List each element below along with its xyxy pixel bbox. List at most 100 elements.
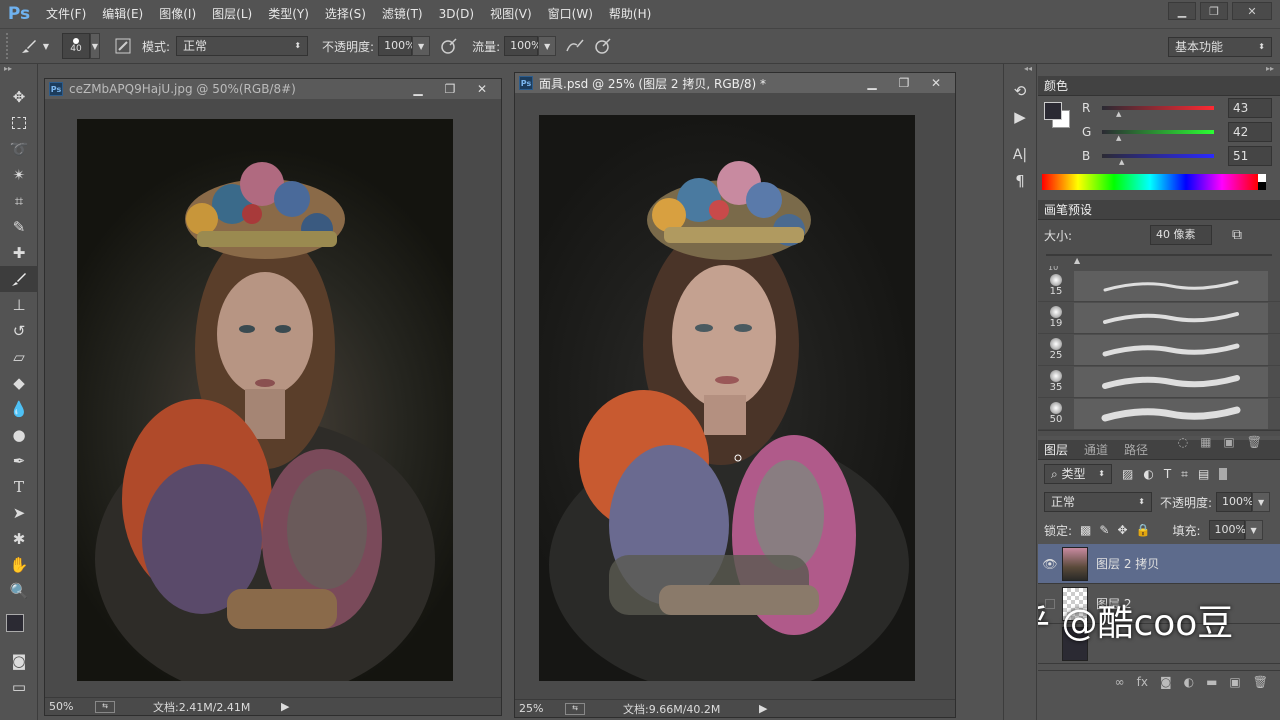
quick-mask-icon[interactable]: ◙: [0, 648, 38, 674]
layer-filter-select[interactable]: ⌕ 类型 ⬍: [1044, 464, 1112, 484]
mask-icon[interactable]: ◙: [1160, 675, 1172, 689]
layer-row-1[interactable]: 👁 图层 2 拷贝: [1038, 544, 1280, 584]
crop-tool-icon[interactable]: ⌗: [0, 188, 38, 214]
blue-slider[interactable]: ▲: [1102, 154, 1214, 166]
shape-tool-icon[interactable]: ✱: [0, 526, 38, 552]
brush-presets-tab[interactable]: 画笔预设: [1038, 200, 1280, 220]
eraser-icon[interactable]: ▱: [0, 344, 38, 370]
trash-icon[interactable]: 🗑: [1247, 435, 1262, 449]
share-icon[interactable]: ⇆: [565, 702, 585, 715]
adjustment-icon[interactable]: ◐: [1184, 675, 1194, 689]
document-window-1[interactable]: Ps ceZMbAPQ9HajU.jpg @ 50%(RGB/8#) ▁ ❐ ✕: [44, 78, 502, 716]
folder-icon[interactable]: ▬: [1206, 675, 1217, 689]
menu-3d[interactable]: 3D(D): [431, 0, 482, 28]
red-slider[interactable]: ▲: [1102, 106, 1214, 118]
history-panel-icon[interactable]: ⟲: [1004, 78, 1036, 104]
fill-field[interactable]: 100%: [1208, 520, 1246, 540]
pressure-opacity-icon[interactable]: [438, 35, 460, 57]
doc2-minimize-button[interactable]: ▁: [857, 74, 887, 92]
brush-size-picker[interactable]: 40: [62, 33, 90, 59]
status-arrow-icon[interactable]: ▶: [759, 702, 767, 715]
paragraph-panel-icon[interactable]: ¶: [1004, 168, 1036, 194]
flow-field[interactable]: 100%: [504, 36, 542, 56]
dodge-tool-icon[interactable]: ●: [0, 422, 38, 448]
foreground-color-swatch[interactable]: [1044, 102, 1062, 120]
hand-tool-icon[interactable]: ✋: [0, 552, 38, 578]
new-preset-icon[interactable]: ⧉: [1226, 224, 1248, 246]
screen-mode-icon[interactable]: ▭: [0, 674, 38, 700]
doc1-canvas-area[interactable]: [45, 99, 501, 697]
doc2-titlebar[interactable]: Ps 面具.psd @ 25% (图层 2 拷贝, RGB/8) * ▁ ❐ ✕: [515, 73, 955, 93]
link-icon[interactable]: ∞: [1115, 675, 1125, 689]
filter-toggle[interactable]: [1219, 468, 1228, 480]
brush-preset-item[interactable]: 50: [1038, 398, 1280, 430]
new-layer-icon[interactable]: ▣: [1229, 675, 1240, 689]
brush-size-field[interactable]: 40 像素: [1150, 225, 1213, 245]
character-panel-icon[interactable]: A|: [1004, 142, 1036, 168]
chevron-down-icon[interactable]: ▼: [1252, 492, 1271, 512]
doc2-close-button[interactable]: ✕: [921, 74, 951, 92]
document-window-2[interactable]: Ps 面具.psd @ 25% (图层 2 拷贝, RGB/8) * ▁ ❐ ✕: [514, 72, 956, 718]
foreground-color-swatch[interactable]: [6, 614, 24, 632]
red-value[interactable]: 43: [1228, 98, 1272, 118]
filter-type-icon[interactable]: T: [1164, 467, 1171, 481]
paint-bucket-icon[interactable]: ◆: [0, 370, 38, 396]
filter-pixel-icon[interactable]: ▨: [1122, 467, 1133, 481]
zoom-tool-icon[interactable]: 🔍: [0, 578, 38, 604]
doc1-close-button[interactable]: ✕: [467, 80, 497, 98]
brush-preset-item[interactable]: 25: [1038, 334, 1280, 366]
blue-value[interactable]: 51: [1228, 146, 1272, 166]
trash-icon[interactable]: 🗑: [1253, 675, 1268, 689]
menu-filter[interactable]: 滤镜(T): [374, 0, 431, 28]
toggle-preview-icon[interactable]: ◌: [1178, 435, 1188, 449]
type-tool-icon[interactable]: T: [0, 474, 38, 500]
restore-button[interactable]: ❐: [1200, 2, 1228, 20]
collapse-icon[interactable]: ▸▸: [1038, 64, 1280, 76]
lock-paint-icon[interactable]: ✎: [1099, 523, 1109, 537]
brush-preset-item[interactable]: 19: [1038, 302, 1280, 334]
bw-ramp[interactable]: [1258, 174, 1266, 190]
stamp-tool-icon[interactable]: ⊥: [0, 292, 38, 318]
doc2-restore-button[interactable]: ❐: [889, 74, 919, 92]
menu-type[interactable]: 类型(Y): [260, 0, 317, 28]
brush-preset-item[interactable]: 35: [1038, 366, 1280, 398]
doc1-minimize-button[interactable]: ▁: [403, 80, 433, 98]
chevron-down-icon[interactable]: ▼: [40, 36, 52, 56]
actions-panel-icon[interactable]: ▶: [1004, 104, 1036, 130]
brush-tool-icon[interactable]: [0, 266, 38, 292]
grid-icon[interactable]: ▦: [1200, 435, 1211, 449]
menu-window[interactable]: 窗口(W): [540, 0, 601, 28]
doc1-titlebar[interactable]: Ps ceZMbAPQ9HajU.jpg @ 50%(RGB/8#) ▁ ❐ ✕: [45, 79, 501, 99]
collapse-icon[interactable]: ▸▸: [0, 64, 37, 84]
minimize-button[interactable]: ▁: [1168, 2, 1196, 20]
brush-preset-item[interactable]: 15: [1038, 270, 1280, 302]
chevron-down-icon[interactable]: ▼: [1244, 520, 1263, 540]
color-panel-tab[interactable]: 颜色: [1038, 76, 1280, 96]
doc2-canvas-area[interactable]: [515, 93, 955, 699]
doc1-zoom[interactable]: 50%: [45, 700, 95, 713]
path-select-icon[interactable]: ➤: [0, 500, 38, 526]
move-tool-icon[interactable]: ✥: [0, 84, 38, 110]
blur-tool-icon[interactable]: 💧: [0, 396, 38, 422]
menu-layer[interactable]: 图层(L): [204, 0, 260, 28]
filter-smart-icon[interactable]: ▤: [1198, 467, 1209, 481]
brush-tool-icon[interactable]: [18, 35, 40, 57]
doc1-restore-button[interactable]: ❐: [435, 80, 465, 98]
history-brush-icon[interactable]: ↺: [0, 318, 38, 344]
share-icon[interactable]: ⇆: [95, 700, 115, 713]
filter-adjust-icon[interactable]: ◐: [1143, 467, 1153, 481]
pen-tool-icon[interactable]: ✒: [0, 448, 38, 474]
layer-opacity-field[interactable]: 100%: [1216, 492, 1254, 512]
workspace-select[interactable]: 基本功能 ⬍: [1168, 37, 1272, 57]
filter-shape-icon[interactable]: ⌗: [1181, 467, 1188, 482]
green-slider[interactable]: ▲: [1102, 130, 1214, 142]
color-spectrum-ramp[interactable]: [1042, 174, 1258, 190]
magic-wand-icon[interactable]: ✴: [0, 162, 38, 188]
menu-edit[interactable]: 编辑(E): [94, 0, 151, 28]
menu-help[interactable]: 帮助(H): [601, 0, 659, 28]
healing-brush-icon[interactable]: ✚: [0, 240, 38, 266]
lasso-tool-icon[interactable]: ➰: [0, 136, 38, 162]
status-arrow-icon[interactable]: ▶: [281, 700, 289, 713]
menu-file[interactable]: 文件(F): [38, 0, 94, 28]
opacity-field[interactable]: 100%: [378, 36, 416, 56]
